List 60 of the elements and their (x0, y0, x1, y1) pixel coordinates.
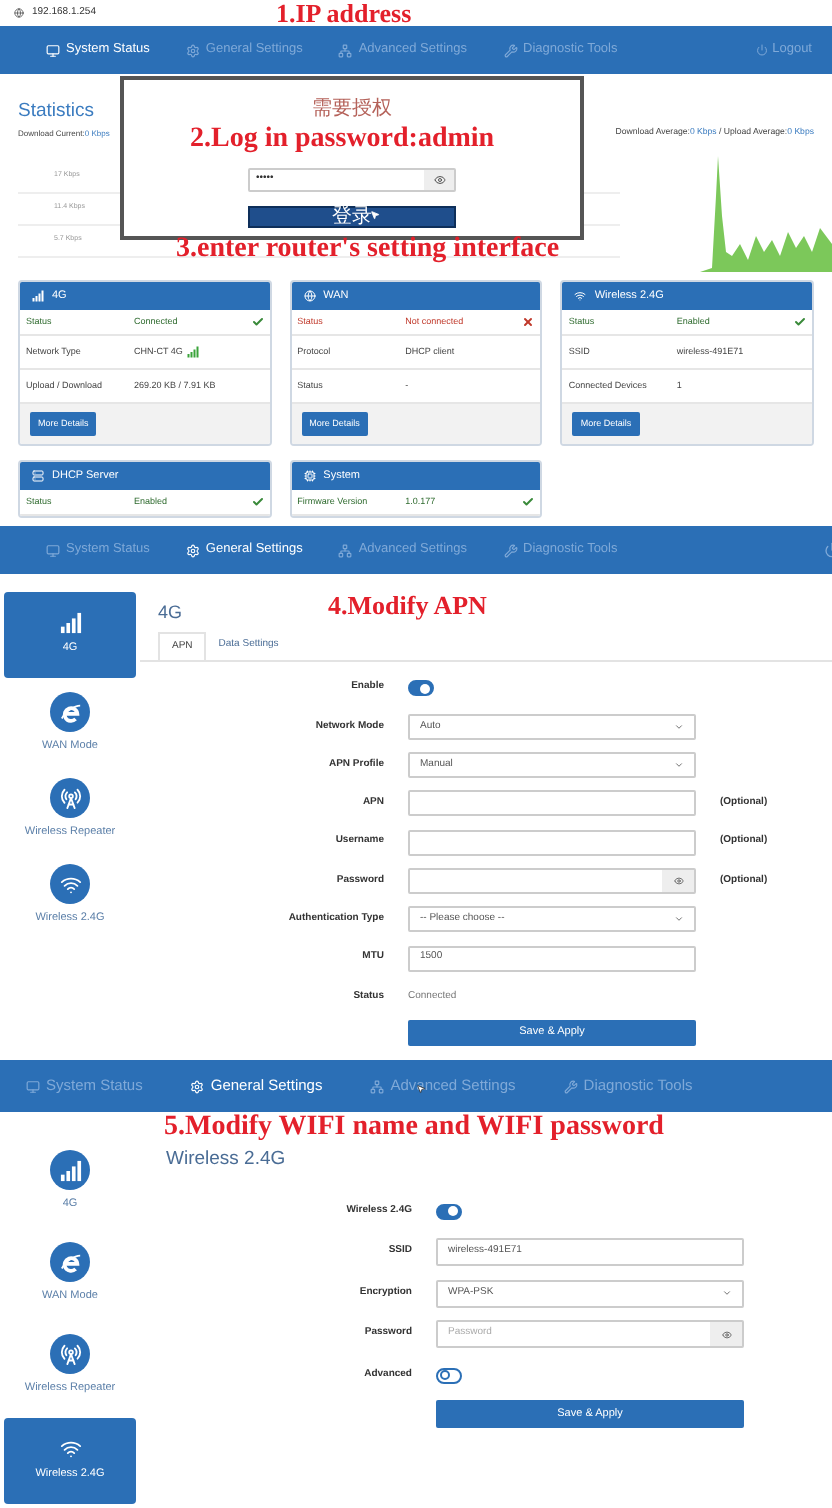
internet-e-icon (59, 1251, 81, 1274)
dialog-title: 需要授权 (312, 100, 392, 120)
monitor-icon (46, 543, 60, 557)
tutorial-annotation: 1.IP address (276, 0, 412, 26)
chevron-down-icon (722, 1288, 732, 1298)
server-icon (32, 470, 44, 482)
chevron-down-icon (674, 760, 684, 771)
eye-icon (673, 875, 683, 886)
mouse-pointer-icon (370, 210, 380, 220)
network-icon (338, 543, 353, 557)
eye-icon (721, 1329, 731, 1339)
tutorial-annotation: 3.enter router's setting interface (176, 236, 560, 264)
input-field[interactable] (408, 829, 696, 856)
gear-icon (190, 1079, 205, 1093)
signal-icon (59, 1159, 81, 1182)
check-icon (251, 316, 264, 328)
tutorial-annotation: 2.Log in password:admin (190, 126, 495, 154)
toggle-switch[interactable] (436, 1203, 462, 1219)
check-icon (522, 496, 535, 508)
toggle-switch[interactable] (408, 680, 434, 696)
wrench-icon (503, 543, 518, 557)
antenna-icon (59, 1343, 81, 1366)
power-icon (756, 44, 769, 56)
signal-icon (32, 290, 44, 302)
gear-icon (185, 43, 200, 57)
wrench-icon (563, 1079, 578, 1093)
network-icon (370, 1079, 385, 1093)
signal-icon (59, 612, 81, 635)
page-title: 4G (158, 604, 183, 622)
password-field[interactable] (408, 867, 696, 894)
cross-icon (522, 316, 535, 328)
antenna-icon (59, 787, 81, 810)
wifi-icon (574, 290, 587, 302)
tutorial-annotation: 5.Modify WIFI name and WIFI password (164, 1114, 664, 1142)
tutorial-annotation: 4.Modify APN (328, 592, 487, 618)
show-password-button[interactable] (710, 1322, 742, 1346)
site-info-icon (14, 8, 24, 18)
globe-icon (303, 290, 316, 302)
statistics-title: Statistics (18, 102, 95, 121)
eye-icon (433, 174, 445, 186)
monitor-icon (26, 1079, 40, 1093)
wifi-icon (59, 873, 81, 896)
chevron-down-icon (674, 914, 684, 925)
wrench-icon (503, 43, 518, 57)
chip-icon (303, 470, 316, 482)
signal-icon (186, 346, 201, 358)
show-password-button[interactable] (424, 170, 454, 190)
network-icon (338, 43, 353, 57)
input-field[interactable] (408, 790, 696, 817)
login-button[interactable]: 登录 (248, 206, 456, 228)
show-password-button[interactable] (662, 869, 694, 892)
monitor-icon (46, 43, 60, 57)
internet-e-icon (59, 701, 81, 724)
chevron-down-icon (674, 721, 684, 732)
gear-icon (185, 543, 200, 557)
toggle-switch[interactable] (436, 1367, 462, 1383)
mouse-pointer-icon (416, 1084, 426, 1094)
check-icon (251, 496, 264, 508)
check-icon (793, 316, 806, 328)
page-title: Wireless 2.4G (166, 1150, 286, 1169)
